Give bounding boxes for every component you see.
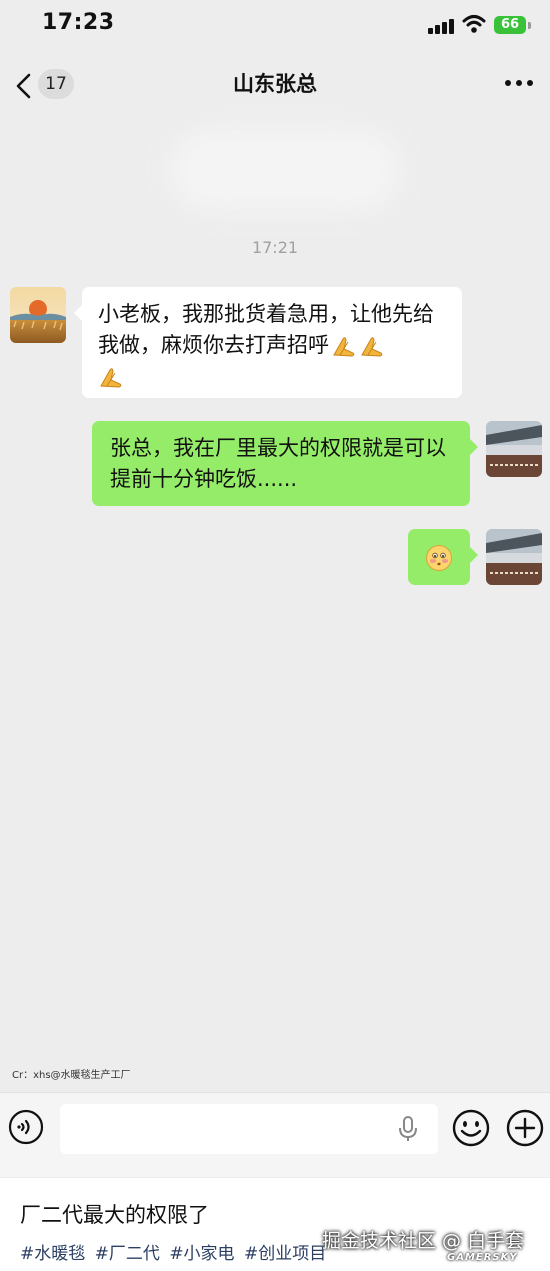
signal-icon: [428, 18, 454, 34]
message-input[interactable]: [60, 1104, 438, 1154]
pray-emoji-icon: [361, 337, 383, 357]
post-tags: #水暖毯 #厂二代 #小家电 #创业项目: [20, 1239, 330, 1264]
add-attachment-icon[interactable]: [506, 1109, 544, 1147]
watermark-brand: GAMERSKY: [447, 1252, 518, 1263]
image-credit: Cr：xhs@水暖毯生产工厂: [12, 1070, 131, 1081]
status-time: 17:23: [42, 10, 115, 35]
hashtag[interactable]: #创业项目: [244, 1244, 326, 1264]
hashtag[interactable]: #厂二代: [95, 1244, 160, 1264]
hashtag[interactable]: #水暖毯: [20, 1244, 85, 1264]
watermark-text: 掘金技术社区 @ 白手套: [322, 1230, 525, 1252]
status-bar: 17:23 66: [0, 0, 550, 52]
battery-icon: 66: [494, 16, 526, 34]
hashtag[interactable]: #小家电: [169, 1244, 234, 1264]
chat-title: 山东张总: [233, 72, 317, 96]
voice-input-icon[interactable]: [8, 1109, 44, 1145]
outgoing-emoji-bubble[interactable]: [408, 529, 478, 585]
more-options-icon[interactable]: [505, 80, 535, 88]
message-timestamp: 17:21: [251, 238, 299, 257]
shy-face-emoji-icon: [426, 545, 452, 571]
battery-tip: [528, 22, 531, 29]
pray-emoji-icon: [100, 368, 122, 388]
emoji-picker-icon[interactable]: [452, 1109, 490, 1147]
my-avatar[interactable]: [486, 421, 542, 477]
microphone-icon[interactable]: [397, 1115, 419, 1143]
wifi-icon: [462, 15, 486, 33]
factory-building-avatar-image: [486, 421, 542, 477]
my-avatar[interactable]: [486, 529, 542, 585]
contact-avatar[interactable]: [10, 287, 66, 343]
sunset-field-avatar-image: [10, 287, 66, 343]
pray-emoji-icon: [333, 337, 355, 357]
factory-building-avatar-image: [486, 529, 542, 585]
message-text: 张总，我在厂里最大的权限就是可以提前十分钟吃饭......: [110, 436, 446, 491]
outgoing-message-bubble[interactable]: 张总，我在厂里最大的权限就是可以提前十分钟吃饭......: [92, 421, 478, 506]
incoming-message-bubble[interactable]: 小老板，我那批货着急用，让他先给我做，麻烦你去打声招呼: [74, 287, 462, 398]
blurred-region: [170, 130, 400, 210]
post-title: 厂二代最大的权限了: [20, 1203, 209, 1227]
